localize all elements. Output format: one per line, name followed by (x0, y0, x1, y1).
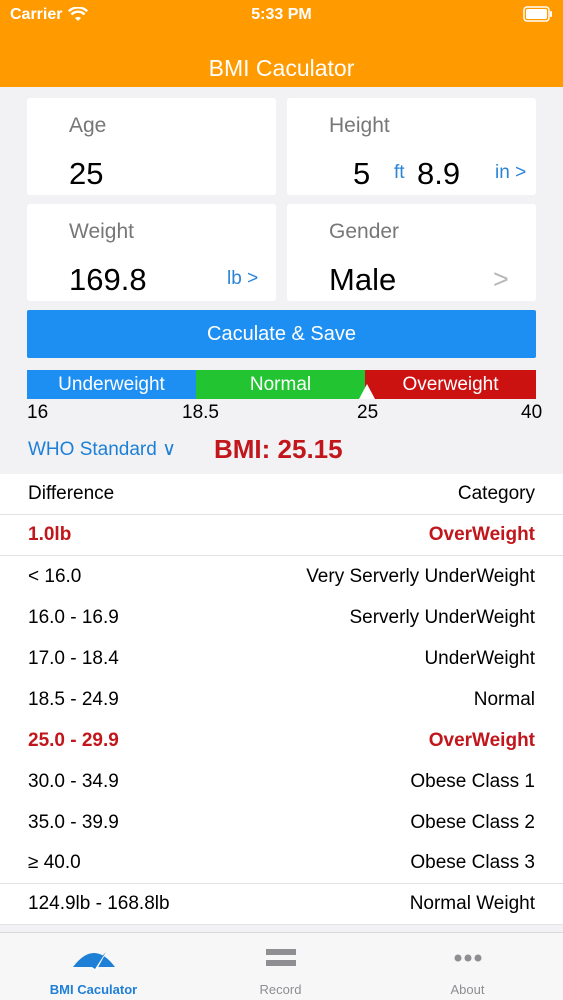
calculate-save-button[interactable]: Caculate & Save (27, 310, 536, 358)
range-category: OverWeight (428, 729, 535, 751)
range-category: Obese Class 3 (410, 852, 535, 873)
weight-label: Weight (69, 220, 134, 243)
chevron-right-icon: > (493, 264, 509, 294)
range-category: UnderWeight (424, 647, 535, 669)
gender-value: Male (329, 262, 397, 297)
range-value: 30.0 - 34.9 (28, 770, 119, 792)
range-category: Very Serverly UnderWeight (306, 565, 535, 587)
current-status-row: 1.0lb OverWeight (0, 515, 563, 556)
normal-weight-range: 124.9lb - 168.8lb (28, 893, 170, 914)
age-value: 25 (69, 156, 104, 191)
height-feet-value: 5 (353, 156, 371, 191)
table-row: 16.0 - 16.9 Serverly UnderWeight (0, 597, 563, 638)
header-category: Category (457, 483, 535, 504)
tab-label: About (450, 982, 485, 997)
weight-unit[interactable]: lb > (227, 268, 258, 290)
range-value: 17.0 - 18.4 (28, 647, 119, 669)
table-row-highlighted: 25.0 - 29.9 OverWeight (0, 720, 563, 761)
table-row: 30.0 - 34.9 Obese Class 1 (0, 761, 563, 802)
status-bar: Carrier 5:33 PM (0, 0, 563, 30)
height-inches-unit[interactable]: in > (495, 162, 526, 184)
normal-weight-label: Normal Weight (409, 893, 535, 914)
range-category: Normal (473, 688, 535, 710)
tab-label: BMI Caculator (49, 982, 138, 997)
range-value: 35.0 - 39.9 (28, 811, 119, 833)
page-title: BMI Caculator (208, 55, 355, 81)
scale-tick-16: 16 (27, 402, 49, 423)
weight-value: 169.8 (69, 262, 147, 297)
tab-bmi-calculator[interactable]: BMI Caculator (0, 933, 187, 1000)
scale-tick-25: 25 (357, 402, 379, 423)
table-header: Difference Category (0, 474, 563, 515)
gender-field[interactable]: Gender Male > (287, 204, 536, 301)
app-header: Carrier 5:33 PM BMI Caculator (0, 0, 563, 87)
tab-label: Record (259, 982, 302, 997)
tab-record[interactable]: Record (187, 933, 374, 1000)
range-category: Obese Class 1 (410, 770, 535, 792)
tab-bar: BMI Caculator Record About (0, 932, 563, 1000)
gauge-icon (71, 945, 117, 971)
table-row: < 16.0 Very Serverly UnderWeight (0, 556, 563, 597)
current-category: OverWeight (428, 524, 535, 545)
height-field[interactable]: Height 5 ft 8.9 in > (287, 98, 536, 195)
bmi-table: Difference Category 1.0lb OverWeight < 1… (0, 474, 563, 925)
more-icon (453, 945, 483, 971)
height-inches-value: 8.9 (417, 156, 461, 191)
table-row: 18.5 - 24.9 Normal (0, 679, 563, 720)
battery-icon (523, 6, 552, 22)
overweight-segment: Overweight (365, 370, 536, 399)
list-icon (265, 945, 296, 971)
age-field[interactable]: Age 25 (27, 98, 276, 195)
range-value: < 16.0 (28, 565, 82, 587)
height-label: Height (329, 114, 390, 137)
standard-selector[interactable]: WHO Standard ∨ (28, 438, 176, 461)
range-value: ≥ 40.0 (28, 852, 81, 873)
normal-segment: Normal (196, 370, 365, 399)
range-category: Obese Class 2 (410, 811, 535, 833)
scale-tick-18-5: 18.5 (182, 402, 219, 423)
current-difference: 1.0lb (28, 524, 72, 545)
gender-label: Gender (329, 220, 400, 243)
header-difference: Difference (28, 483, 115, 504)
bmi-scale-bar: Underweight Normal Overweight (27, 370, 536, 399)
underweight-segment: Underweight (27, 370, 196, 399)
weight-field[interactable]: Weight 169.8 lb > (27, 204, 276, 301)
table-row: 17.0 - 18.4 UnderWeight (0, 638, 563, 679)
table-row: 35.0 - 39.9 Obese Class 2 (0, 802, 563, 843)
table-row: ≥ 40.0 Obese Class 3 (0, 843, 563, 884)
range-value: 16.0 - 16.9 (28, 606, 119, 628)
height-feet-unit: ft (394, 162, 405, 183)
tab-about[interactable]: About (374, 933, 561, 1000)
scale-tick-40: 40 (521, 402, 543, 423)
status-time: 5:33 PM (251, 6, 312, 23)
age-label: Age (69, 114, 107, 137)
range-category: Serverly UnderWeight (349, 606, 535, 628)
range-value: 25.0 - 29.9 (28, 729, 119, 751)
bmi-result: BMI: 25.15 (214, 434, 343, 464)
normal-weight-row: 124.9lb - 168.8lb Normal Weight (0, 884, 563, 925)
bmi-pointer-icon (359, 384, 375, 399)
range-value: 18.5 - 24.9 (28, 688, 119, 710)
